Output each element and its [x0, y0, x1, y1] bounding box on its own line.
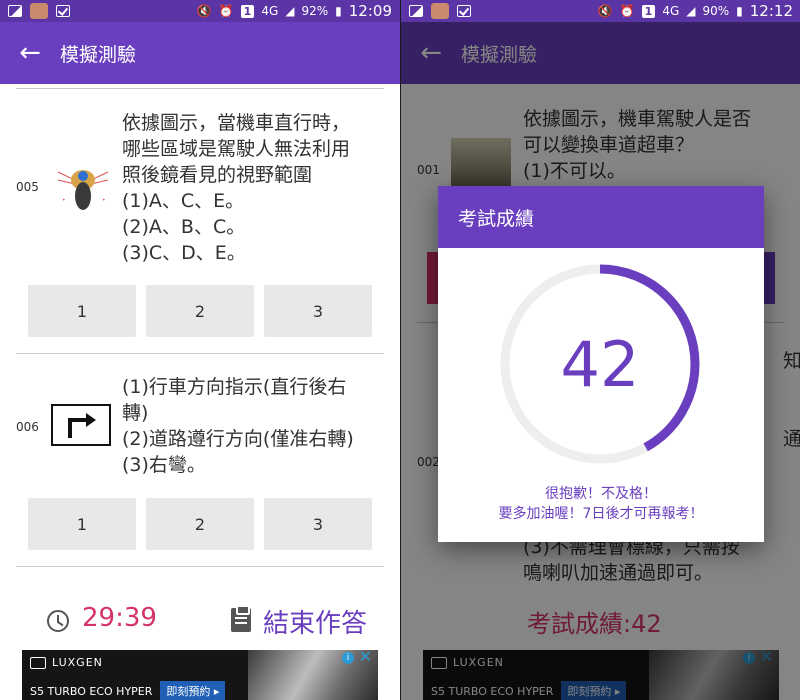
checkbox-notify-icon	[56, 5, 70, 17]
status-bar: 🔇 ⏰ 1 4G ◢ 92% ▮ 12:09	[0, 0, 400, 22]
sim-badge: 1	[240, 4, 255, 18]
network-type: 4G	[662, 4, 680, 18]
answer-button-2[interactable]: 2	[146, 285, 254, 337]
clock-icon	[47, 610, 69, 632]
option-line: (1)A、C、E。	[122, 190, 245, 212]
ad-model: S5 TURBO ECO HYPER	[30, 684, 153, 698]
answer-button-3[interactable]: 3	[264, 285, 372, 337]
finish-exam-button[interactable]: 結束作答	[263, 603, 367, 640]
result-line: 很抱歉！不及格！	[545, 486, 657, 502]
score-dialog: 考試成績 42 很抱歉！不及格！ 要多加油喔！7日後才可再報考！	[438, 186, 764, 542]
alarm-icon: ⏰	[218, 4, 234, 18]
option-line: (2)道路遵行方向(僅准右轉)	[122, 428, 354, 450]
sim-badge: 1	[641, 4, 656, 18]
ad-brand-name: LUXGEN	[52, 656, 103, 669]
question-number: 005	[16, 180, 39, 194]
clipboard-icon[interactable]	[231, 605, 251, 632]
screenshot-pair: 🔇 ⏰ 1 4G ◢ 92% ▮ 12:09 ← 模擬測驗 005 • • 依據…	[0, 0, 800, 700]
ad-banner[interactable]: LUXGEN S5 TURBO ECO HYPER 即刻預約 ▸ i ✕	[22, 650, 378, 700]
gallery-icon	[409, 5, 423, 17]
ad-close-icon[interactable]: ✕	[359, 650, 372, 665]
signal-icon: ◢	[285, 4, 295, 18]
divider	[16, 353, 384, 354]
app-bar: ← 模擬測驗	[0, 22, 400, 84]
result-line: 要多加油喔！7日後才可再報考！	[498, 506, 704, 522]
option-line: (1)行車方向指示(直行後右	[122, 376, 347, 398]
answer-button-2[interactable]: 2	[146, 498, 254, 550]
page-title: 模擬測驗	[60, 43, 137, 66]
alarm-icon: ⏰	[619, 4, 635, 18]
answer-button-1[interactable]: 1	[28, 285, 136, 337]
status-bar: 🔇 ⏰ 1 4G ◢ 90% ▮ 12:12	[401, 0, 800, 22]
ad-tagline: S5 TURBO ECO HYPER 即刻預約 ▸	[30, 681, 226, 700]
right-screen: 🔇 ⏰ 1 4G ◢ 90% ▮ 12:12 ← 模擬測驗 001 依據圖示，機…	[401, 0, 800, 700]
svg-text:•: •	[62, 197, 66, 204]
brand-logo-icon	[30, 656, 46, 669]
app-avatar-icon	[30, 3, 48, 19]
question-line: 哪些區域是駕駛人無法利用	[122, 138, 351, 160]
answer-button-3[interactable]: 3	[264, 498, 372, 550]
clock: 12:09	[348, 2, 392, 20]
clock: 12:12	[749, 2, 793, 20]
answer-button-1[interactable]: 1	[28, 498, 136, 550]
score-value: 42	[560, 327, 640, 401]
ad-brand: LUXGEN	[30, 656, 103, 669]
mute-icon: 🔇	[196, 4, 212, 18]
option-line: (3)右彎。	[122, 454, 206, 476]
option-line: (2)A、B、C。	[122, 216, 246, 238]
option-line: (3)C、D、E。	[122, 242, 246, 264]
traffic-sign-image	[51, 404, 111, 446]
question-number: 006	[16, 420, 39, 434]
answer-buttons: 1 2 3	[28, 498, 372, 550]
checkbox-notify-icon	[457, 5, 471, 17]
ad-cta-button[interactable]: 即刻預約 ▸	[160, 681, 226, 700]
question-text: 依據圖示，當機車直行時， 哪些區域是駕駛人無法利用 照後鏡看見的視野範圍 (1)…	[122, 110, 390, 266]
mute-icon: 🔇	[597, 4, 613, 18]
dialog-title: 考試成績	[438, 186, 764, 248]
left-screen: 🔇 ⏰ 1 4G ◢ 92% ▮ 12:09 ← 模擬測驗 005 • • 依據…	[0, 0, 400, 700]
battery-icon: ▮	[335, 4, 342, 18]
battery-percent: 90%	[702, 4, 730, 18]
divider	[16, 88, 384, 89]
turn-right-arrow-icon	[68, 413, 96, 438]
back-arrow-icon[interactable]: ←	[0, 40, 60, 66]
question-text: (1)行車方向指示(直行後右 轉) (2)道路遵行方向(僅准右轉) (3)右彎。	[122, 374, 390, 478]
question-line: 依據圖示，當機車直行時，	[122, 112, 351, 134]
signal-icon: ◢	[686, 4, 696, 18]
svg-text:•: •	[102, 197, 106, 204]
network-type: 4G	[261, 4, 279, 18]
question-line: 照後鏡看見的視野範圍	[122, 164, 313, 186]
battery-percent: 92%	[301, 4, 329, 18]
countdown-timer: 29:39	[82, 603, 157, 633]
result-message: 很抱歉！不及格！ 要多加油喔！7日後才可再報考！	[438, 484, 764, 524]
ad-info-icon[interactable]: i	[342, 652, 354, 664]
divider	[16, 566, 384, 567]
scooter-diagram-image: • •	[57, 170, 109, 210]
battery-icon: ▮	[736, 4, 743, 18]
gallery-icon	[8, 5, 22, 17]
answer-buttons: 1 2 3	[28, 285, 372, 337]
app-avatar-icon	[431, 3, 449, 19]
option-line: 轉)	[122, 402, 149, 424]
